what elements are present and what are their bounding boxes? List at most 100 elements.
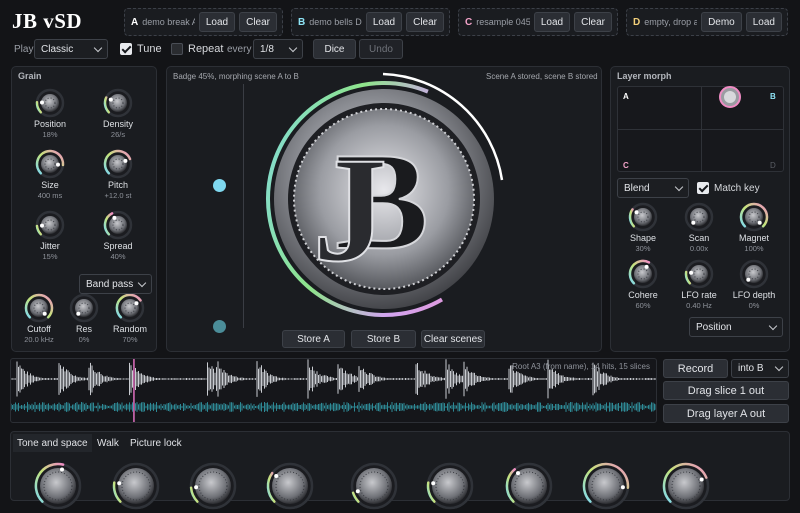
slot-a[interactable]: A demo break Am Load Clear (124, 8, 283, 36)
grain-title: Grain (18, 71, 42, 81)
jb-badge-logo[interactable]: B J (258, 70, 510, 328)
clear-scenes-button[interactable]: Clear scenes (421, 330, 485, 348)
dice-button[interactable]: Dice (313, 39, 356, 59)
pitch-value: +12.0 st (104, 191, 132, 200)
chevron-down-icon (674, 182, 684, 191)
morph-puck[interactable] (718, 85, 742, 109)
play-mode-value: Classic (41, 43, 74, 55)
density-label: Density (102, 119, 133, 129)
slot-c-load-button[interactable]: Load (533, 12, 571, 32)
lfo-target-value: Position (696, 321, 732, 333)
spread-label: Spread (103, 241, 133, 251)
every-select[interactable]: 1/8 (253, 39, 303, 59)
slot-c-clear-button[interactable]: Clear (574, 12, 612, 32)
waveform-info: Root A3 (from name), 14 hits, 15 slices (512, 362, 650, 371)
chevron-down-icon (768, 321, 778, 330)
density-knob[interactable]: Density 26/s (78, 88, 158, 139)
tone-knob[interactable] (112, 462, 160, 513)
corner-b: B (770, 92, 776, 101)
random-knob[interactable]: Random 70% (90, 293, 170, 344)
morph-xy-pad[interactable]: A B C D (617, 86, 784, 172)
match-key-toggle[interactable]: Match key (697, 178, 760, 198)
filter-type-select[interactable]: Band pass (79, 274, 152, 294)
chevron-down-icon (93, 43, 103, 52)
slot-a-letter: A (131, 16, 139, 28)
every-value: 1/8 (260, 43, 274, 55)
record-target-select[interactable]: into B (731, 359, 789, 378)
app-title: JB vSD (12, 9, 83, 33)
slot-d-letter: D (633, 16, 641, 28)
tone-knob[interactable] (189, 462, 237, 513)
scene-a-handle[interactable] (213, 179, 226, 192)
tune-checkbox[interactable] (120, 43, 132, 55)
slot-d-demo-button[interactable]: Demo (701, 12, 742, 32)
play-mode-select[interactable]: Classic (34, 39, 108, 59)
slot-b-load-button[interactable]: Load (365, 12, 403, 32)
slot-b-clear-button[interactable]: Clear (406, 12, 444, 32)
slot-b-name: demo bells Dm (309, 17, 362, 27)
drag-layer-button[interactable]: Drag layer A out (663, 404, 789, 423)
layer-morph-title: Layer morph (617, 71, 672, 81)
magnet-knob[interactable]: Magnet 100% (714, 202, 794, 253)
svg-text:J: J (313, 127, 388, 293)
slot-d-name: empty, drop a sou... (644, 17, 698, 27)
slot-a-clear-button[interactable]: Clear (239, 12, 277, 32)
pitch-label: Pitch (107, 180, 128, 190)
slot-c[interactable]: C resample 045301 Load Clear (458, 8, 618, 36)
scene-b-handle[interactable] (213, 320, 226, 333)
morph-mode-value: Blend (624, 182, 650, 194)
slot-d[interactable]: D empty, drop a sou... Demo Load (626, 8, 788, 36)
slot-a-name: demo break Am (142, 17, 195, 27)
slot-c-name: resample 045301 (476, 17, 530, 27)
match-key-label: Match key (714, 182, 760, 194)
corner-c: C (623, 161, 629, 170)
undo-button[interactable]: Undo (359, 39, 403, 59)
chevron-down-icon (137, 278, 147, 287)
tab-walk[interactable]: Walk (93, 434, 123, 452)
slot-a-load-button[interactable]: Load (198, 12, 236, 32)
every-label: every (227, 43, 252, 55)
slot-b[interactable]: B demo bells Dm Load Clear (291, 8, 450, 36)
lfo-target-select[interactable]: Position (689, 317, 783, 337)
slot-c-letter: C (465, 16, 473, 28)
tone-knob[interactable] (34, 462, 82, 513)
repeat-toggle[interactable]: Repeat (171, 39, 223, 59)
lfo-depth-knob[interactable]: LFO depth 0% (714, 259, 794, 310)
tone-knob[interactable] (582, 462, 630, 513)
chevron-down-icon (774, 362, 784, 372)
lfo-depth-value: 0% (748, 301, 760, 310)
spread-value: 40% (110, 252, 126, 261)
random-label: Random (112, 324, 148, 334)
repeat-checkbox[interactable] (171, 43, 183, 55)
density-value: 26/s (110, 130, 126, 139)
slot-b-letter: B (298, 16, 306, 28)
tab-tone-and-space[interactable]: Tone and space (13, 434, 92, 452)
corner-a: A (623, 92, 629, 101)
spread-knob[interactable]: Spread 40% (78, 210, 158, 261)
lfo-depth-label: LFO depth (732, 290, 776, 300)
tone-knob[interactable] (505, 462, 553, 513)
morph-mode-select[interactable]: Blend (617, 178, 689, 198)
play-label: Play (14, 43, 34, 55)
tone-knob[interactable] (662, 462, 710, 513)
morph-track (243, 84, 244, 328)
waveform-view[interactable]: Root A3 (from name), 14 hits, 15 slices (10, 358, 657, 423)
slot-d-load-button[interactable]: Load (745, 12, 782, 32)
random-value: 70% (122, 335, 138, 344)
tone-knob[interactable] (266, 462, 314, 513)
tab-picture-lock[interactable]: Picture lock (126, 434, 186, 452)
match-key-checkbox[interactable] (697, 182, 709, 194)
tone-knob[interactable] (350, 462, 398, 513)
tune-label: Tune (137, 43, 162, 55)
magnet-label: Magnet (738, 233, 770, 243)
drag-slice-button[interactable]: Drag slice 1 out (663, 381, 789, 400)
filter-type-value: Band pass (86, 278, 134, 290)
tone-knob[interactable] (426, 462, 474, 513)
pitch-knob[interactable]: Pitch +12.0 st (78, 149, 158, 200)
store-b-button[interactable]: Store B (351, 330, 416, 348)
repeat-label: Repeat (188, 43, 224, 55)
store-a-button[interactable]: Store A (282, 330, 345, 348)
tune-toggle[interactable]: Tune (120, 39, 162, 59)
corner-d: D (770, 161, 776, 170)
record-button[interactable]: Record (663, 359, 728, 378)
